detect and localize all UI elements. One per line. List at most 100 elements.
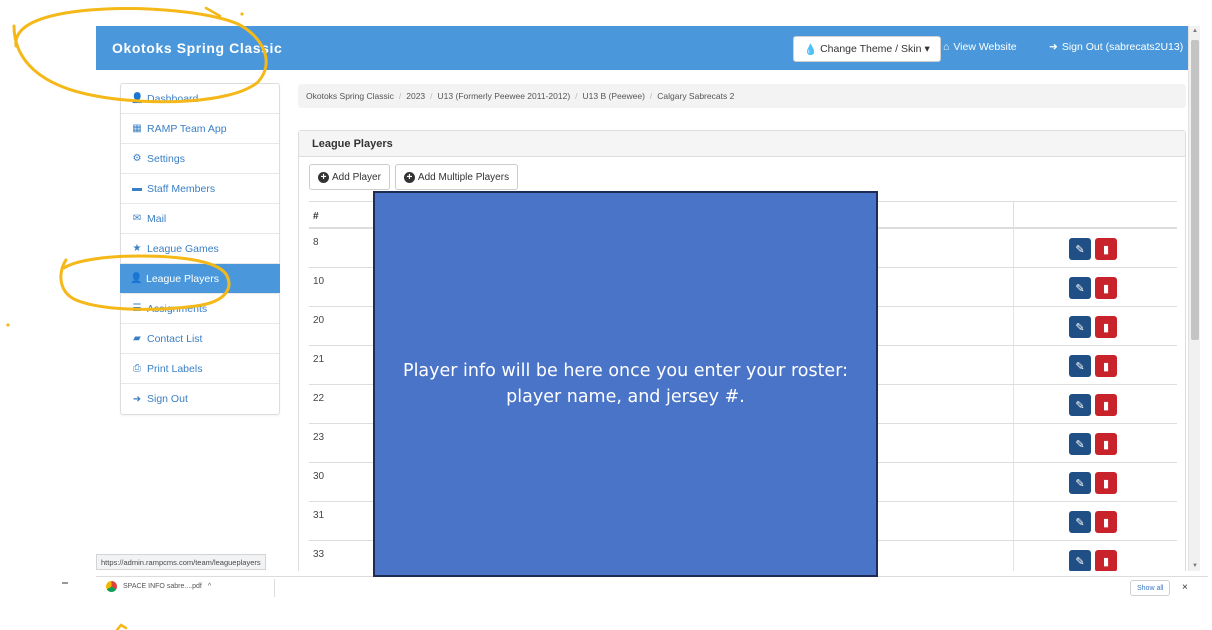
trash-icon[interactable]: ▮: [1095, 511, 1117, 533]
add-player-label: Add Player: [332, 171, 381, 183]
home-icon: ⌂: [943, 41, 950, 53]
breadcrumb-item[interactable]: U13 B (Peewee): [583, 91, 645, 101]
jersey-number: 33: [313, 549, 325, 560]
trash-icon[interactable]: ▮: [1095, 238, 1117, 260]
sidebar-item-label: Contact List: [147, 332, 203, 345]
edit-icon[interactable]: ✎: [1069, 472, 1091, 494]
list-icon: ☰: [132, 303, 142, 314]
edit-icon[interactable]: ✎: [1069, 550, 1091, 571]
sidebar-item-print-labels[interactable]: ⎙ Print Labels: [121, 354, 279, 384]
edit-icon[interactable]: ✎: [1069, 316, 1091, 338]
sidebar-item-settings[interactable]: ⚙ Settings: [121, 144, 279, 174]
briefcase-icon: ▬: [132, 183, 142, 194]
highlight-stroke-brand: [204, 6, 222, 18]
sidebar-item-contact-list[interactable]: ▰ Contact List: [121, 324, 279, 354]
downloads-divider: [274, 579, 275, 597]
sidebar-item-label: Staff Members: [147, 182, 216, 195]
view-website-label: View Website: [953, 41, 1017, 53]
column-divider: [1013, 346, 1014, 384]
edit-icon[interactable]: ✎: [1069, 355, 1091, 377]
sidebar-item-league-games[interactable]: ★ League Games: [121, 234, 279, 264]
comment-icon: ▰: [133, 333, 141, 344]
sidebar-item-assignments[interactable]: ☰ Assignments: [121, 294, 279, 324]
page-scrollbar[interactable]: ▲ ▼: [1188, 26, 1200, 571]
edit-icon[interactable]: ✎: [1069, 238, 1091, 260]
change-theme-label: Change Theme / Skin: [820, 43, 922, 55]
edit-icon[interactable]: ✎: [1069, 394, 1091, 416]
caret-down-icon: ▾: [924, 43, 930, 55]
jersey-number: 21: [313, 354, 325, 365]
sidebar-menu: 👤 Dashboard ▦ RAMP Team App ⚙ Settings ▬…: [120, 83, 280, 415]
jersey-number: 31: [313, 510, 325, 521]
trash-icon[interactable]: ▮: [1095, 316, 1117, 338]
trash-icon[interactable]: ▮: [1095, 433, 1117, 455]
view-website-link[interactable]: ⌂ View Website: [943, 41, 1017, 53]
breadcrumb: Okotoks Spring Classic / 2023 / U13 (For…: [298, 84, 1186, 108]
breadcrumb-item[interactable]: Okotoks Spring Classic: [306, 91, 394, 101]
sidebar-item-label: Assignments: [147, 302, 208, 315]
chrome-icon: [106, 581, 117, 592]
jersey-number: 30: [313, 471, 325, 482]
jersey-number: 10: [313, 276, 325, 287]
column-header-number: #: [313, 211, 319, 222]
add-player-button[interactable]: + Add Player: [309, 164, 390, 190]
trash-icon[interactable]: ▮: [1095, 550, 1117, 571]
sidebar-item-ramp-team-app[interactable]: ▦ RAMP Team App: [121, 114, 279, 144]
trash-icon[interactable]: ▮: [1095, 472, 1117, 494]
tint-icon: 💧: [804, 43, 818, 56]
sign-out-icon: ➜: [132, 393, 142, 405]
breadcrumb-separator: /: [430, 91, 433, 101]
trash-icon[interactable]: ▮: [1095, 394, 1117, 416]
column-divider: [1013, 541, 1014, 571]
add-multiple-players-button[interactable]: + Add Multiple Players: [394, 164, 519, 190]
scroll-down-icon[interactable]: ▼: [1192, 563, 1198, 569]
sign-out-link[interactable]: ➜ Sign Out (sabrecats2U13): [1049, 41, 1183, 53]
sidebar-item-staff-members[interactable]: ▬ Staff Members: [121, 174, 279, 204]
grid-icon: ▦: [132, 123, 142, 134]
download-filename: SPACE INFO sabre....pdf: [123, 583, 202, 590]
gear-icon: ⚙: [132, 153, 142, 164]
close-icon[interactable]: ×: [1182, 582, 1188, 593]
sidebar-item-label: League Games: [147, 242, 219, 255]
status-bar-url: https://admin.rampcms.com/team/leaguepla…: [96, 554, 266, 570]
column-divider: [1013, 424, 1014, 462]
panel-toolbar: + Add Player + Add Multiple Players: [309, 164, 519, 190]
callout-box: Player info will be here once you enter …: [373, 191, 878, 577]
brand-title[interactable]: Okotoks Spring Classic: [112, 40, 282, 56]
download-item[interactable]: SPACE INFO sabre....pdf ^: [106, 581, 211, 592]
edit-icon[interactable]: ✎: [1069, 511, 1091, 533]
chevron-up-icon[interactable]: ^: [208, 583, 211, 590]
show-all-button[interactable]: Show all: [1130, 580, 1171, 596]
sign-out-icon: ➜: [1049, 41, 1058, 53]
sidebar-item-label: Sign Out: [147, 393, 188, 405]
user-icon: 👤: [130, 273, 143, 284]
edit-icon[interactable]: ✎: [1069, 433, 1091, 455]
sidebar-item-dashboard[interactable]: 👤 Dashboard: [121, 84, 279, 114]
highlight-dot: [6, 323, 10, 327]
column-divider: [1013, 463, 1014, 501]
column-divider: [1013, 385, 1014, 423]
print-icon: ⎙: [133, 363, 141, 374]
scroll-up-icon[interactable]: ▲: [1192, 28, 1198, 34]
jersey-number: 8: [313, 237, 319, 248]
trash-icon[interactable]: ▮: [1095, 277, 1117, 299]
plus-circle-icon: +: [403, 171, 415, 183]
sidebar-item-league-players[interactable]: 👤 League Players: [120, 264, 280, 294]
sidebar-item-sign-out[interactable]: ➜ Sign Out: [121, 384, 279, 414]
breadcrumb-separator: /: [649, 91, 653, 101]
breadcrumb-item[interactable]: 2023: [406, 91, 425, 101]
trash-icon[interactable]: ▮: [1095, 355, 1117, 377]
breadcrumb-item[interactable]: U13 (Formerly Peewee 2011-2012): [438, 91, 571, 101]
sidebar-item-label: Dashboard: [147, 92, 199, 105]
scrollbar-thumb[interactable]: [1191, 40, 1199, 340]
breadcrumb-item: Calgary Sabrecats 2: [657, 91, 735, 101]
top-navbar: Okotoks Spring Classic 💧 Change Theme / …: [96, 26, 1200, 70]
highlight-stroke-bottom: [115, 623, 128, 630]
sidebar-item-label: Settings: [147, 152, 185, 165]
edit-icon[interactable]: ✎: [1069, 277, 1091, 299]
change-theme-button[interactable]: 💧 Change Theme / Skin ▾: [793, 36, 941, 62]
add-multiple-label: Add Multiple Players: [417, 171, 510, 183]
plus-circle-icon: +: [318, 171, 329, 183]
sidebar-item-mail[interactable]: ✉ Mail: [121, 204, 279, 234]
sign-out-label: Sign Out (sabrecats2U13): [1061, 41, 1184, 53]
